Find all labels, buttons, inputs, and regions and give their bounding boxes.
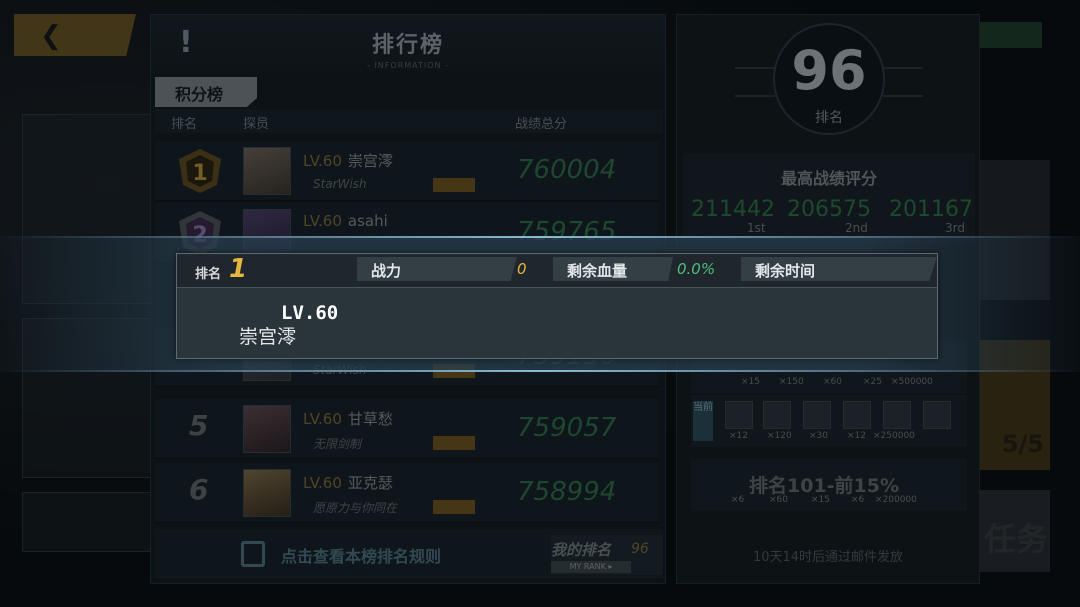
popup-name: 崇宫澪 bbox=[239, 326, 297, 348]
popup-rank-label: 排名 bbox=[195, 267, 222, 282]
hp-label: 剩余血量 bbox=[567, 262, 628, 280]
power-cell: 战力 bbox=[357, 257, 517, 281]
popup-band-top-line bbox=[0, 236, 1080, 238]
popup-level: LV.60 bbox=[281, 302, 339, 324]
popup-rank-value: 1 bbox=[229, 254, 248, 284]
power-value: 0 bbox=[517, 260, 527, 278]
player-detail-popup[interactable]: 排名 1 战力 0 剩余血量 0.0% 剩余时间 LV.60 崇宫澪 bbox=[176, 253, 938, 359]
hp-cell: 剩余血量 bbox=[553, 257, 673, 281]
time-label: 剩余时间 bbox=[755, 262, 816, 280]
popup-band-bottom-line bbox=[0, 370, 1080, 372]
popup-header: 排名 1 战力 0 剩余血量 0.0% 剩余时间 bbox=[177, 254, 937, 288]
power-label: 战力 bbox=[371, 262, 402, 280]
time-cell: 剩余时间 bbox=[741, 257, 937, 281]
hp-value: 0.0% bbox=[677, 260, 716, 278]
